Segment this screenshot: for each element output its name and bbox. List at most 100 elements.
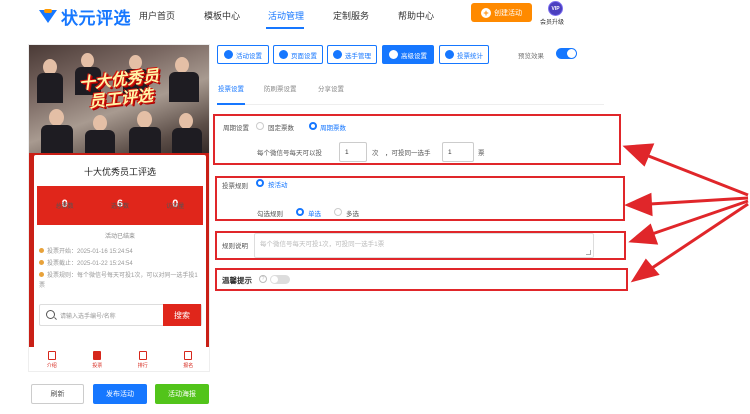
same-player-prefix: ，可投同一选手 <box>385 150 431 157</box>
per-day-prefix: 每个微信号每天可以投 <box>257 150 322 157</box>
question-icon[interactable]: ? <box>259 275 267 283</box>
create-activity-button[interactable]: + 创建活动 <box>471 3 532 22</box>
activity-poster-button[interactable]: 活动海报 <box>155 384 209 404</box>
stat-label: 访问量 <box>166 204 185 210</box>
logo-icon <box>38 8 58 25</box>
cycle-votes-label[interactable]: 周期票数 <box>320 122 346 132</box>
ranking-icon <box>138 351 147 360</box>
warm-tip-toggle[interactable] <box>270 275 290 284</box>
same-player-votes-input[interactable]: 1 <box>442 142 474 162</box>
advanced-settings-button[interactable]: 高级设置 <box>382 45 434 64</box>
activity-banner-image: 十大优秀员 员工评选 <box>29 45 209 158</box>
main-content: 十大优秀员 员工评选 十大优秀员工评选 0 总票数 6 选手数 0 访问量 活动… <box>0 30 750 414</box>
info-start: 投票开始：2025-01-16 15:24:54 <box>39 247 199 257</box>
radio-fixed-votes[interactable] <box>256 122 264 130</box>
per-day-votes-input[interactable]: 1 <box>339 142 367 162</box>
tab-vote[interactable]: 投票 <box>75 347 121 371</box>
preview-toggle[interactable] <box>556 48 577 59</box>
subtab-anti-fraud[interactable]: 防刷票设置 <box>264 83 297 93</box>
phone-tabbar: 介绍 投票 排行 报名 <box>29 347 210 371</box>
radio-cycle-votes[interactable] <box>309 122 317 130</box>
advanced-icon <box>389 50 398 59</box>
dot-icon <box>39 272 44 277</box>
subtab-share-settings[interactable]: 分享设置 <box>318 83 344 93</box>
activity-status: 活动已结束 <box>104 234 135 240</box>
rule-description-textarea[interactable]: 每个微信号每天可投1次，可投同一选手1票 <box>254 233 594 258</box>
radio-single-choice[interactable] <box>296 208 304 216</box>
radio-by-activity[interactable] <box>256 179 264 187</box>
player-management-button[interactable]: 选手管理 <box>327 45 377 64</box>
page-icon <box>279 50 288 59</box>
search-icon <box>46 310 55 319</box>
nav-help-center[interactable]: 帮助中心 <box>398 9 434 22</box>
nav-templates[interactable]: 模板中心 <box>204 9 240 22</box>
info-end: 投票截止：2025-01-22 15:24:54 <box>39 259 199 269</box>
info-rule-text: 投票规则：每个微信号每天可投1次，可以对同一选手投1票 <box>39 273 198 289</box>
stat-players: 6 选手数 <box>92 186 147 225</box>
vip-icon[interactable]: VIP <box>548 1 563 16</box>
logo[interactable]: 状元评选 <box>38 4 131 29</box>
vip-upgrade-label[interactable]: 会员升级 <box>540 17 564 26</box>
intro-icon <box>47 351 56 360</box>
subtab-divider <box>217 104 604 105</box>
vote-statistics-button[interactable]: 投票统计 <box>439 45 489 64</box>
stat-total-votes: 0 总票数 <box>37 186 92 225</box>
chart-icon <box>445 50 454 59</box>
rule-description-label: 规则说明 <box>222 243 248 250</box>
activity-card: 十大优秀员工评选 0 总票数 6 选手数 0 访问量 活动已结束 投票开始：20… <box>34 155 206 360</box>
users-icon <box>333 50 342 59</box>
tab-signup[interactable]: 报名 <box>166 347 210 371</box>
tab-ranking[interactable]: 排行 <box>120 347 166 371</box>
search-input[interactable]: 请输入选手编号/名称 <box>60 311 116 320</box>
page-settings-button[interactable]: 页面设置 <box>273 45 323 64</box>
tab-label: 排行 <box>137 363 148 369</box>
banner-title: 十大优秀员 员工评选 <box>53 64 186 115</box>
subtab-active-indicator <box>217 103 245 105</box>
tab-label: 报名 <box>183 363 194 369</box>
phone-preview: 十大优秀员 员工评选 十大优秀员工评选 0 总票数 6 选手数 0 访问量 活动… <box>28 44 210 372</box>
stat-label: 总票数 <box>55 204 74 210</box>
stat-label: 选手数 <box>110 204 129 210</box>
multi-choice-label[interactable]: 多选 <box>346 208 359 218</box>
toolbar-label: 选手管理 <box>345 52 371 60</box>
preview-label: 预览效果 <box>518 53 544 60</box>
refresh-button[interactable]: 刷新 <box>31 384 84 404</box>
plus-icon: + <box>481 7 491 18</box>
check-rule-label: 勾选规则 <box>257 211 283 218</box>
player-search-box: 请输入选手编号/名称 搜索 <box>39 304 202 326</box>
publish-activity-button[interactable]: 发布活动 <box>93 384 147 404</box>
same-player-unit: 票 <box>478 150 485 157</box>
fixed-votes-label[interactable]: 固定票数 <box>268 122 294 132</box>
dot-icon <box>39 248 44 253</box>
search-button[interactable]: 搜索 <box>163 304 201 326</box>
single-choice-label[interactable]: 单选 <box>308 208 321 218</box>
activity-settings-button[interactable]: 活动设置 <box>217 45 269 64</box>
toolbar-label: 高级设置 <box>401 52 427 60</box>
info-end-text: 投票截止：2025-01-22 15:24:54 <box>47 261 133 267</box>
by-activity-label[interactable]: 按活动 <box>268 179 288 189</box>
settings-icon <box>224 50 233 59</box>
nav-activity-management[interactable]: 活动管理 <box>268 9 304 22</box>
vote-rule-label: 投票规则 <box>222 183 248 190</box>
signup-icon <box>184 351 193 360</box>
nav-custom-service[interactable]: 定制服务 <box>333 9 369 22</box>
tab-intro[interactable]: 介绍 <box>29 347 75 371</box>
nav-user-home[interactable]: 用户首页 <box>139 9 175 22</box>
vote-icon <box>93 351 102 360</box>
toolbar-label: 页面设置 <box>291 52 317 60</box>
info-start-text: 投票开始：2025-01-16 15:24:54 <box>47 249 133 255</box>
warm-tip-label: 温馨提示 <box>222 276 252 285</box>
tab-label: 介绍 <box>46 363 57 369</box>
radio-multi-choice[interactable] <box>334 208 342 216</box>
logo-text: 状元评选 <box>61 9 131 28</box>
stat-visits: 0 访问量 <box>148 186 203 225</box>
per-day-unit: 次 <box>372 150 379 157</box>
top-navbar: 状元评选 用户首页 模板中心 活动管理 定制服务 帮助中心 + 创建活动 VIP… <box>0 0 750 30</box>
dot-icon <box>39 260 44 265</box>
info-rule: 投票规则：每个微信号每天可投1次，可以对同一选手投1票 <box>39 271 199 291</box>
nav-active-indicator <box>266 27 304 29</box>
activity-title: 十大优秀员工评选 <box>83 167 156 177</box>
subtab-vote-settings[interactable]: 投票设置 <box>218 83 244 93</box>
cycle-label: 周期设置 <box>223 125 249 132</box>
toolbar-label: 活动设置 <box>236 52 262 60</box>
